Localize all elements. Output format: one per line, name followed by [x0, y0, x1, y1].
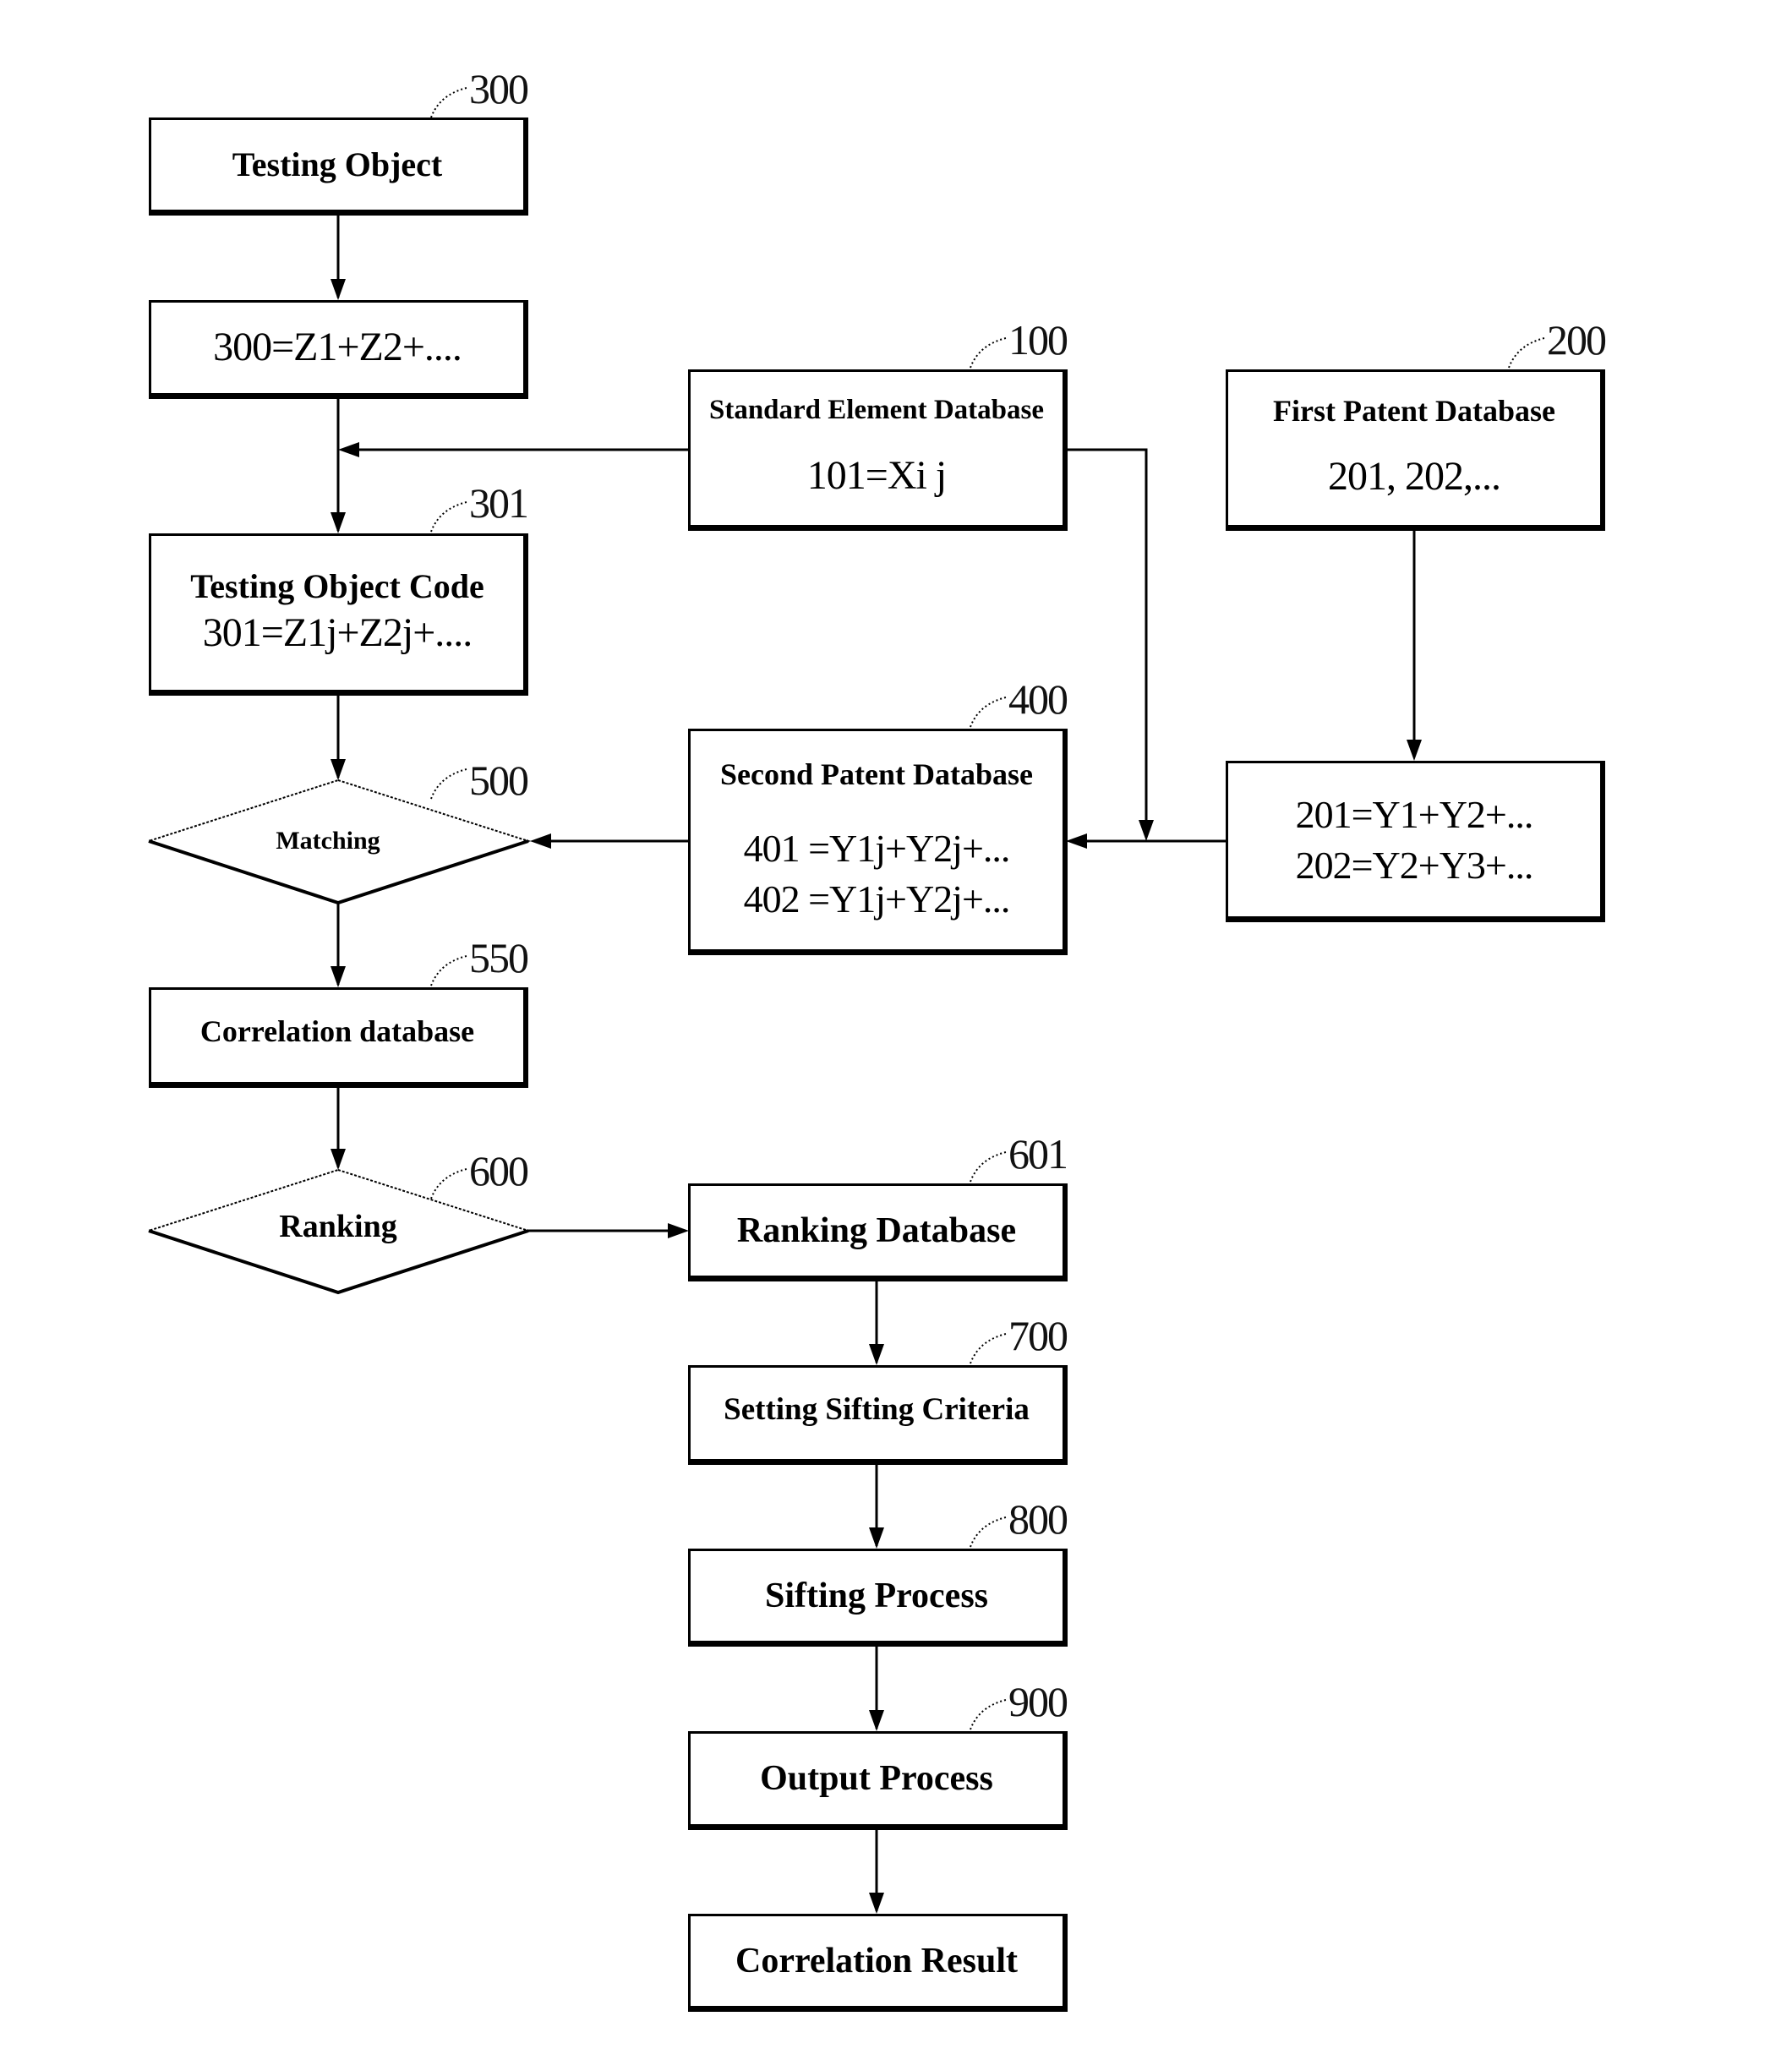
leader-100	[970, 337, 1007, 369]
leader-600	[430, 1168, 467, 1199]
leader-500	[430, 768, 467, 800]
first-patent-database-formula: 201, 202,...	[1328, 454, 1501, 500]
ref-label-600: 600	[469, 1147, 529, 1194]
testing-object-title: Testing Object	[232, 145, 443, 183]
testing-object-formula: 300=Z1+Z2+....	[213, 325, 462, 370]
arrowhead-left	[1066, 833, 1087, 849]
output-process-box[interactable]: Output Process	[688, 1731, 1068, 1830]
second-patent-database-formula-401: 401 =Y1j+Y2j+...	[743, 827, 1011, 871]
output-process-title: Output Process	[760, 1759, 993, 1798]
leader-300	[430, 87, 467, 118]
arrowhead-left	[338, 442, 359, 457]
testing-object-code-box[interactable]: Testing Object Code 301=Z1j+Z2j+....	[149, 533, 528, 696]
first-patent-formula-202: 202=Y2+Y3+...	[1295, 843, 1534, 887]
arrowhead-down	[331, 759, 346, 780]
correlation-database-title: Correlation database	[199, 1014, 475, 1048]
setting-sifting-criteria-title: Setting Sifting Criteria	[724, 1392, 1030, 1427]
ref-label-500: 500	[469, 757, 529, 804]
testing-object-code-formula: 301=Z1j+Z2j+....	[202, 609, 473, 655]
leader-400	[970, 697, 1007, 728]
leader-800	[970, 1516, 1007, 1548]
ref-label-550: 550	[469, 934, 529, 981]
first-patent-formulas-box[interactable]: 201=Y1+Y2+... 202=Y2+Y3+...	[1226, 761, 1605, 922]
ref-label-400: 400	[1008, 675, 1068, 723]
first-patent-database-box[interactable]: First Patent Database 201, 202,...	[1226, 369, 1605, 531]
edge-standard-db-to-second-db-merge	[1065, 448, 1148, 837]
matching-label: Matching	[276, 827, 380, 855]
arrowhead-down	[331, 1149, 346, 1170]
ref-label-100: 100	[1008, 316, 1068, 363]
second-patent-database-box[interactable]: Second Patent Database 401 =Y1j+Y2j+... …	[688, 729, 1068, 955]
testing-object-box[interactable]: Testing Object	[149, 117, 528, 216]
sifting-process-box[interactable]: Sifting Process	[688, 1549, 1068, 1647]
ref-label-301: 301	[469, 479, 529, 527]
ref-label-700: 700	[1008, 1312, 1068, 1359]
arrowhead-down	[869, 1344, 884, 1365]
setting-sifting-criteria-box[interactable]: Setting Sifting Criteria	[688, 1365, 1068, 1465]
arrowhead-down	[869, 1710, 884, 1731]
leader-550	[430, 955, 467, 986]
arrowhead-right	[668, 1223, 689, 1238]
second-patent-database-formula-402: 402 =Y1j+Y2j+...	[743, 877, 1011, 921]
ref-label-300: 300	[469, 65, 529, 112]
leader-200	[1508, 337, 1545, 369]
arrowhead-down	[869, 1527, 884, 1549]
ref-label-800: 800	[1008, 1495, 1068, 1543]
ranking-database-box[interactable]: Ranking Database	[688, 1183, 1068, 1281]
ranking-database-title: Ranking Database	[736, 1210, 1017, 1250]
arrowhead-down	[331, 966, 346, 987]
arrowhead-down	[331, 512, 346, 533]
sifting-process-title: Sifting Process	[764, 1576, 989, 1615]
second-patent-database-title: Second Patent Database	[720, 757, 1033, 791]
testing-object-code-title: Testing Object Code	[190, 566, 484, 605]
ranking-label: Ranking	[279, 1209, 397, 1245]
correlation-database-box[interactable]: Correlation database	[149, 987, 528, 1088]
testing-object-formula-box[interactable]: 300=Z1+Z2+....	[149, 300, 528, 399]
ref-label-200: 200	[1547, 316, 1607, 363]
ref-label-900: 900	[1008, 1678, 1068, 1725]
leader-301	[430, 501, 467, 533]
leader-700	[970, 1333, 1007, 1364]
standard-element-database-title: Standard Element Database	[708, 395, 1045, 426]
arrowhead-left	[530, 833, 551, 849]
correlation-result-box[interactable]: Correlation Result	[688, 1914, 1068, 2012]
leader-900	[970, 1699, 1007, 1730]
arrowhead-down	[1139, 820, 1154, 841]
leader-601	[970, 1151, 1007, 1183]
ref-label-601: 601	[1008, 1130, 1068, 1177]
first-patent-database-title: First Patent Database	[1273, 394, 1555, 429]
correlation-result-title: Correlation Result	[735, 1942, 1018, 1981]
standard-element-database-formula: 101=Xi j	[806, 453, 947, 499]
arrowhead-down	[1407, 740, 1422, 761]
arrowhead-down	[331, 279, 346, 300]
arrowhead-down	[869, 1893, 884, 1914]
standard-element-database-box[interactable]: Standard Element Database 101=Xi j	[688, 369, 1068, 531]
first-patent-formula-201: 201=Y1+Y2+...	[1295, 792, 1534, 836]
